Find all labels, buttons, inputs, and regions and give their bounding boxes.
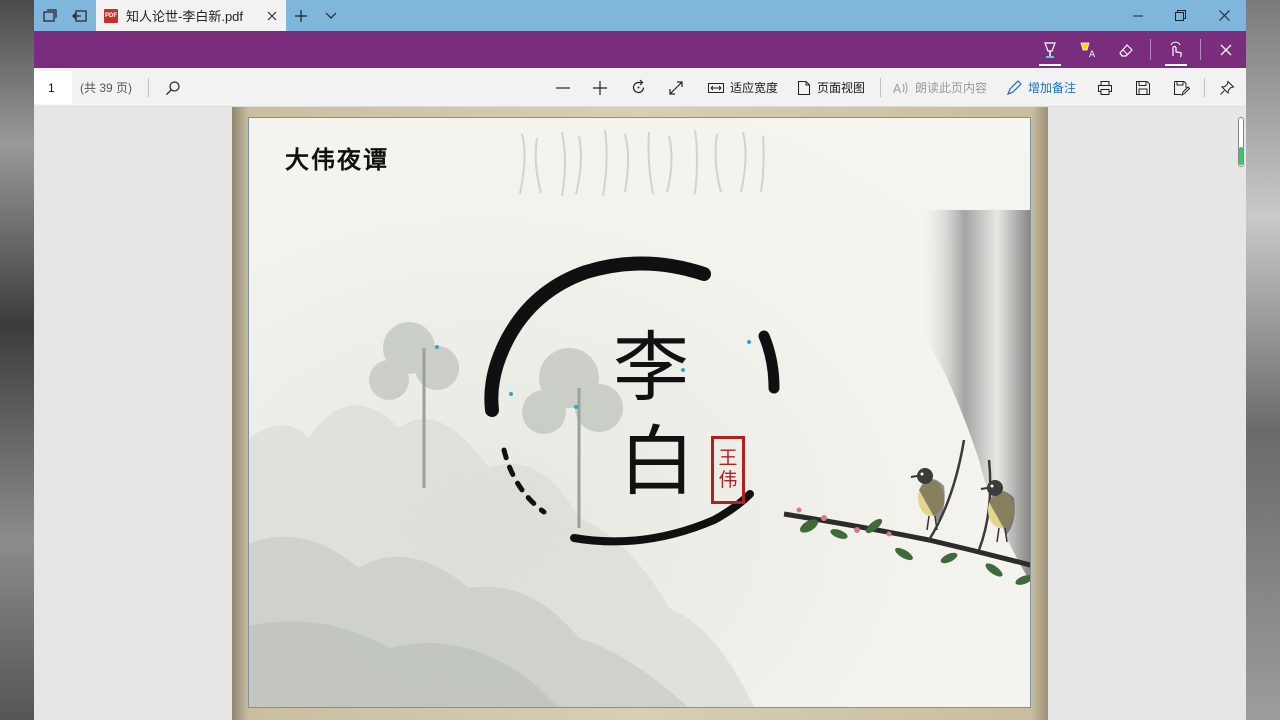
pen-notes-icon [1006,79,1022,95]
pdf-file-icon: PDF [104,8,118,23]
fit-width-label: 适应宽度 [729,81,778,95]
zoom-out-icon[interactable] [550,68,576,107]
svg-text:A: A [893,82,902,95]
restore-icon[interactable] [1160,0,1200,31]
read-aloud-icon: A [893,82,908,95]
close-window-icon[interactable] [1204,0,1244,31]
seal-char-1: 王 [718,447,738,470]
tab-pdf-document[interactable]: PDF 知人论世-李白新.pdf [96,0,286,31]
read-aloud-button[interactable]: A 朗读此页内容 [892,68,988,107]
title-bar: PDF 知人论世-李白新.pdf [34,0,1246,31]
fullscreen-icon[interactable] [663,68,689,107]
background-calligraphy [519,129,765,197]
save-as-icon[interactable] [1168,68,1194,107]
slide-header: 大伟夜谭 [285,145,389,174]
highlighter-icon[interactable]: A [1070,31,1106,68]
close-tab-icon[interactable] [262,6,282,26]
document-view[interactable]: 大伟夜谭 李 白 王 伟 [34,107,1246,720]
fit-width-button[interactable]: 适应宽度 [704,68,782,107]
exit-ink-icon[interactable] [1208,31,1244,68]
slide-canvas: 大伟夜谭 李 白 王 伟 [248,117,1031,708]
touch-writing-icon[interactable] [1158,31,1194,68]
decorative-dot [435,345,439,349]
slide-title-char-1: 李 [613,323,689,412]
eraser-icon[interactable] [1108,31,1144,68]
set-tabs-aside-icon[interactable] [66,0,94,31]
page-view-label: 页面视图 [816,81,865,95]
desktop-background-left [0,0,34,720]
save-icon[interactable] [1130,68,1156,107]
blossom-branch-with-birds [783,439,1030,585]
pdf-page: 大伟夜谭 李 白 王 伟 [232,107,1048,720]
ink-toolbar: A [34,31,1246,68]
zoom-in-icon[interactable] [587,68,613,107]
pdf-toolbar: 1 (共 39 页) 适应宽度 页面视图 A 朗读此页内容 增加备注 [34,68,1246,107]
scrollbar-thumb[interactable] [1239,147,1243,165]
add-notes-button[interactable]: 增加备注 [1004,68,1078,107]
fit-width-icon [707,82,724,93]
decorative-dot [747,340,751,344]
add-notes-label: 增加备注 [1027,81,1076,95]
edge-pdf-window: PDF 知人论世-李白新.pdf A 1 (共 39 页) 适应宽度 页面视图 … [34,0,1246,720]
minimize-icon[interactable] [1118,0,1158,31]
rotate-icon[interactable] [625,68,651,107]
vertical-scrollbar[interactable] [1236,117,1246,177]
print-icon[interactable] [1092,68,1118,107]
tab-manager-icon[interactable] [36,0,64,31]
page-view-icon [797,80,810,95]
read-aloud-label: 朗读此页内容 [914,81,987,95]
page-total-count: (共 39 页) [80,81,133,95]
page-view-button[interactable]: 页面视图 [794,68,868,107]
desktop-background-right [1246,0,1280,720]
pin-toolbar-icon[interactable] [1214,68,1240,107]
seal-char-2: 伟 [718,469,738,491]
tab-title: 知人论世-李白新.pdf [126,9,244,24]
ballpoint-pen-icon[interactable] [1032,31,1068,68]
slide-title-char-2: 白 [619,417,695,506]
search-icon[interactable] [160,68,186,107]
author-seal: 王 伟 [711,436,745,504]
page-number-input[interactable]: 1 [34,71,72,104]
decorative-dot [574,405,578,409]
tab-preview-chevron-icon[interactable] [318,0,344,31]
svg-text:A: A [1089,50,1096,59]
new-tab-icon[interactable] [288,0,314,31]
decorative-dot [509,392,513,396]
